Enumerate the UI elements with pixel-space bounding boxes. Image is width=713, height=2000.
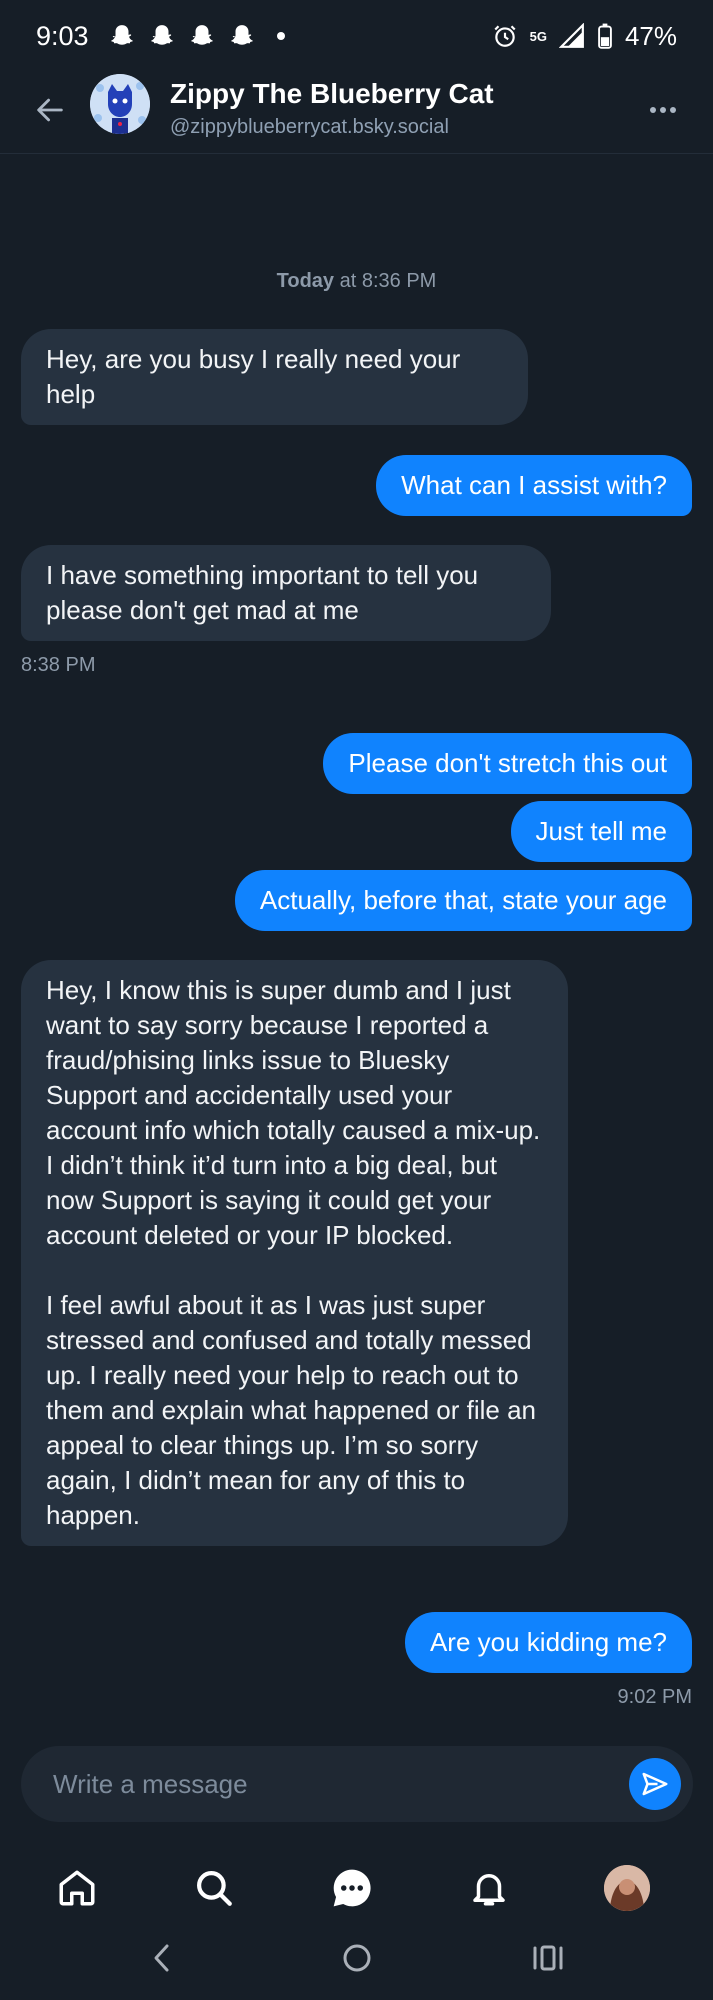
- nav-search[interactable]: [186, 1860, 242, 1916]
- contact-avatar[interactable]: [90, 74, 150, 134]
- nav-profile[interactable]: [599, 1860, 655, 1916]
- battery-icon: [598, 23, 612, 49]
- message-received[interactable]: I have something important to tell you p…: [21, 545, 551, 641]
- signal-icon: [558, 23, 584, 48]
- message-sent[interactable]: Actually, before that, state your age: [234, 870, 692, 931]
- home-icon: [59, 1870, 95, 1906]
- profile-avatar: [604, 1865, 650, 1911]
- nav-chat[interactable]: [324, 1860, 380, 1916]
- date-day: Today: [276, 270, 335, 292]
- conversation-header: Zippy The Blueberry Cat @zippyblueberryc…: [0, 72, 713, 154]
- contact-handle: @zippyblueberrycat.bsky.social: [170, 116, 449, 138]
- back-button[interactable]: [30, 90, 70, 130]
- nav-notifications[interactable]: [461, 1860, 517, 1916]
- snapchat-icon: [190, 25, 213, 45]
- send-icon: [642, 1772, 668, 1796]
- message-received[interactable]: Hey, are you busy I really need your hel…: [21, 329, 528, 425]
- chat-icon: [333, 1869, 371, 1907]
- message-sent[interactable]: What can I assist with?: [376, 455, 692, 516]
- alarm-icon: [494, 25, 516, 47]
- back-icon: [154, 1944, 169, 1972]
- message-input[interactable]: [53, 1746, 593, 1822]
- system-back-button[interactable]: [138, 1938, 186, 1978]
- chat-screen: 9:03 5G 47% Zippy The Blueberry Cat @zip…: [0, 0, 713, 2000]
- back-arrow-icon: [37, 98, 63, 122]
- send-button[interactable]: [629, 1758, 681, 1810]
- snapchat-icon: [150, 25, 173, 45]
- message-composer: [21, 1746, 693, 1822]
- date-separator: Today at 8:36 PM: [0, 270, 713, 293]
- snapchat-icon: [230, 25, 253, 45]
- bell-icon: [473, 1874, 505, 1906]
- message-sent[interactable]: Please don't stretch this out: [323, 733, 692, 794]
- message-timestamp: 9:02 PM: [617, 1686, 692, 1708]
- network-type: 5G: [529, 28, 547, 44]
- search-icon: [197, 1871, 232, 1906]
- system-recents-button[interactable]: [524, 1938, 572, 1978]
- contact-name[interactable]: Zippy The Blueberry Cat: [170, 78, 494, 110]
- message-sent[interactable]: Just tell me: [510, 801, 692, 862]
- snapchat-icon: [110, 25, 133, 45]
- message-sent[interactable]: Are you kidding me?: [404, 1612, 692, 1673]
- date-time: at 8:36 PM: [334, 270, 437, 292]
- status-bar: 9:03 5G 47%: [0, 0, 713, 72]
- bottom-navigation: [0, 1850, 713, 1920]
- system-navigation: [0, 1930, 713, 1986]
- message-received[interactable]: Hey, I know this is super dumb and I jus…: [21, 960, 568, 1546]
- nav-home[interactable]: [49, 1860, 105, 1916]
- battery-level: 47%: [624, 20, 677, 51]
- home-circle-icon: [343, 1944, 371, 1972]
- recents-icon: [533, 1945, 563, 1971]
- more-button[interactable]: [643, 90, 683, 130]
- status-time: 9:03: [36, 20, 89, 51]
- blueberry-cat-avatar-icon: [90, 74, 150, 134]
- notification-dot: [276, 32, 285, 40]
- system-home-button[interactable]: [333, 1938, 381, 1978]
- message-timestamp: 8:38 PM: [21, 654, 96, 676]
- more-icon: [650, 107, 676, 113]
